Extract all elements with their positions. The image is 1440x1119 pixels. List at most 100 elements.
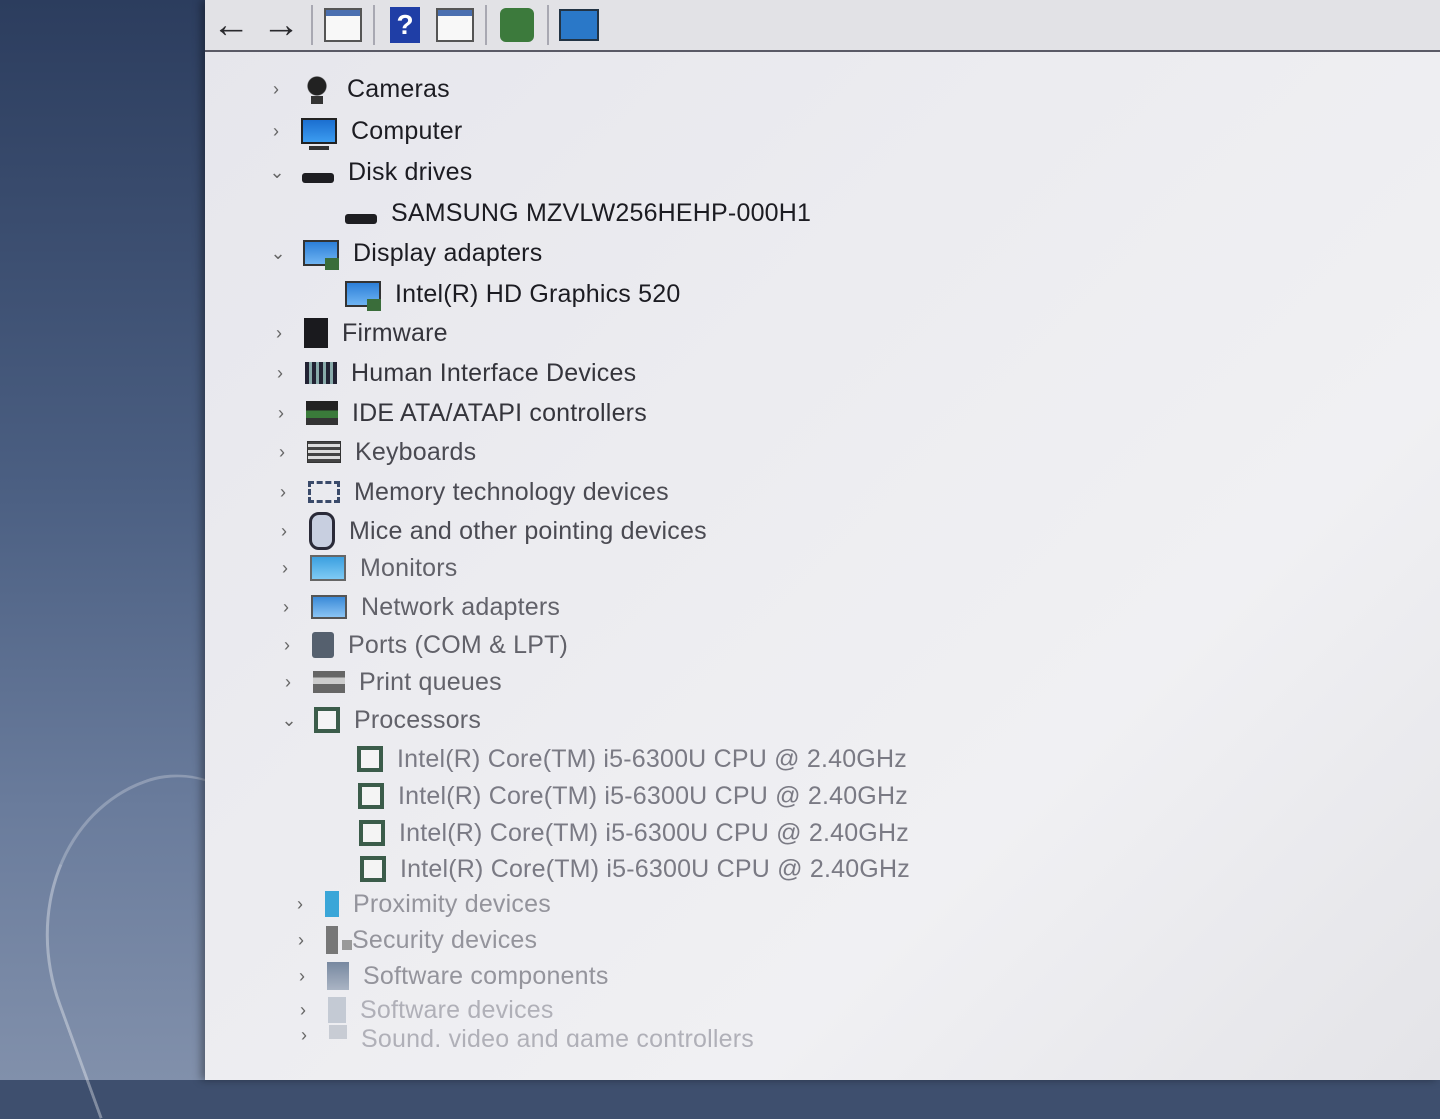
tree-item-label: Print queues: [359, 667, 502, 696]
tree-item-print-queues[interactable]: › Print queues: [275, 663, 502, 701]
software-device-icon: [328, 997, 346, 1023]
tree-item-label: Computer: [351, 116, 463, 145]
printer-icon: [313, 671, 345, 693]
tree-item-software-components[interactable]: › Software components: [289, 957, 609, 995]
tree-item-memory[interactable]: › Memory technology devices: [270, 473, 669, 511]
tree-item-disk-samsung[interactable]: SAMSUNG MZVLW256HEHP-000H1: [345, 194, 811, 232]
processor-icon: [357, 746, 383, 772]
security-device-icon: [326, 926, 352, 954]
software-component-icon: [327, 962, 349, 990]
scan-hardware-monitor-icon[interactable]: [559, 5, 599, 45]
expand-chevron-icon[interactable]: ›: [266, 323, 292, 344]
tree-item-label: Intel(R) HD Graphics 520: [395, 279, 681, 308]
forward-arrow-icon[interactable]: →: [261, 4, 301, 46]
toolbar-separator: [311, 5, 313, 45]
proximity-icon: [325, 891, 339, 917]
tree-item-label: Cameras: [347, 74, 450, 103]
tree-item-processors[interactable]: ⌄ Processors: [276, 701, 481, 739]
tree-item-intel-graphics[interactable]: Intel(R) HD Graphics 520: [345, 275, 680, 313]
display-adapter-icon: [345, 281, 381, 311]
tree-item-cpu[interactable]: Intel(R) Core(TM) i5-6300U CPU @ 2.40GHz: [359, 814, 909, 852]
processor-icon: [358, 783, 384, 809]
tree-item-proximity[interactable]: › Proximity devices: [287, 885, 551, 923]
tree-item-display-adapters[interactable]: ⌄ Display adapters: [265, 234, 542, 272]
tree-item-cpu[interactable]: Intel(R) Core(TM) i5-6300U CPU @ 2.40GHz: [357, 740, 907, 778]
expand-chevron-icon[interactable]: ›: [271, 521, 297, 542]
tree-item-network[interactable]: › Network adapters: [273, 588, 560, 626]
tree-item-firmware[interactable]: › Firmware: [266, 314, 448, 352]
tree-item-label: Memory technology devices: [354, 477, 669, 506]
tree-item-ports[interactable]: › Ports (COM & LPT): [274, 626, 568, 664]
device-manager-window: ← → ? › Cameras › Computer ⌄ Disk drives: [205, 0, 1440, 1080]
expand-chevron-icon[interactable]: ›: [268, 403, 294, 424]
tree-item-label: Keyboards: [355, 437, 477, 466]
update-driver-icon[interactable]: [497, 5, 537, 45]
firmware-icon: [304, 318, 328, 348]
properties-window-icon[interactable]: [323, 5, 363, 45]
tree-item-sound[interactable]: › Sound, video and game controllers: [291, 1025, 754, 1047]
display-adapter-icon: [303, 240, 339, 270]
tree-item-cameras[interactable]: › Cameras: [263, 70, 450, 108]
expand-chevron-icon[interactable]: ›: [291, 1025, 317, 1046]
expand-chevron-icon[interactable]: ›: [267, 363, 293, 384]
tree-item-label: Intel(R) Core(TM) i5-6300U CPU @ 2.40GHz: [398, 781, 908, 810]
help-icon[interactable]: ?: [385, 5, 425, 45]
toolbar-separator: [373, 5, 375, 45]
tree-item-security[interactable]: › Security devices: [288, 921, 537, 959]
expand-chevron-icon[interactable]: ›: [270, 482, 296, 503]
tree-item-hid[interactable]: › Human Interface Devices: [267, 354, 636, 392]
processor-icon: [360, 856, 386, 882]
monitor-icon: [310, 555, 346, 581]
expand-chevron-icon[interactable]: ›: [273, 597, 299, 618]
tree-item-label: Intel(R) Core(TM) i5-6300U CPU @ 2.40GHz: [397, 744, 907, 773]
tree-item-label: Mice and other pointing devices: [349, 516, 707, 545]
tree-item-label: Sound, video and game controllers: [361, 1025, 754, 1047]
tree-item-label: Proximity devices: [353, 889, 551, 918]
tree-item-label: SAMSUNG MZVLW256HEHP-000H1: [391, 198, 812, 227]
tree-item-label: Processors: [354, 705, 482, 734]
expand-chevron-icon[interactable]: ›: [272, 558, 298, 579]
expand-chevron-icon[interactable]: ›: [290, 1000, 316, 1021]
tree-item-computer[interactable]: › Computer: [263, 112, 462, 150]
tree-item-label: Ports (COM & LPT): [348, 630, 569, 659]
expand-chevron-icon[interactable]: ›: [263, 121, 289, 142]
tree-item-mice[interactable]: › Mice and other pointing devices: [271, 512, 707, 550]
expand-chevron-icon[interactable]: ›: [269, 442, 295, 463]
tree-item-software-devices[interactable]: › Software devices: [290, 991, 554, 1029]
memory-device-icon: [308, 481, 340, 503]
tree-item-disk-drives[interactable]: ⌄ Disk drives: [264, 153, 472, 191]
processor-icon: [359, 820, 385, 846]
tree-item-cpu[interactable]: Intel(R) Core(TM) i5-6300U CPU @ 2.40GHz: [360, 850, 910, 888]
details-view-icon[interactable]: [435, 5, 475, 45]
collapse-chevron-icon[interactable]: ⌄: [276, 710, 302, 731]
toolbar: ← → ?: [205, 0, 1440, 52]
collapse-chevron-icon[interactable]: ⌄: [264, 162, 290, 183]
expand-chevron-icon[interactable]: ›: [289, 966, 315, 987]
tree-item-label: Monitors: [360, 553, 458, 582]
port-icon: [312, 632, 334, 658]
back-arrow-icon[interactable]: ←: [211, 4, 251, 46]
expand-chevron-icon[interactable]: ›: [263, 79, 289, 100]
disk-drive-icon: [302, 173, 334, 183]
tree-item-monitors[interactable]: › Monitors: [272, 549, 457, 587]
collapse-chevron-icon[interactable]: ⌄: [265, 243, 291, 264]
tree-item-label: Intel(R) Core(TM) i5-6300U CPU @ 2.40GHz: [400, 854, 910, 883]
ide-controller-icon: [306, 401, 338, 425]
desktop-background: [0, 0, 215, 1080]
expand-chevron-icon[interactable]: ›: [275, 672, 301, 693]
tree-item-label: Software components: [363, 961, 609, 990]
tree-item-ide[interactable]: › IDE ATA/ATAPI controllers: [268, 394, 647, 432]
tree-item-keyboards[interactable]: › Keyboards: [269, 433, 476, 471]
tree-item-label: Security devices: [352, 925, 538, 954]
tree-item-cpu[interactable]: Intel(R) Core(TM) i5-6300U CPU @ 2.40GHz: [358, 777, 908, 815]
processor-icon: [314, 707, 340, 733]
expand-chevron-icon[interactable]: ›: [274, 635, 300, 656]
expand-chevron-icon[interactable]: ›: [288, 930, 314, 951]
expand-chevron-icon[interactable]: ›: [287, 894, 313, 915]
toolbar-separator: [485, 5, 487, 45]
tree-item-label: Software devices: [360, 995, 554, 1024]
tree-item-label: IDE ATA/ATAPI controllers: [352, 398, 647, 427]
disk-drive-icon: [345, 214, 377, 224]
keyboard-icon: [307, 441, 341, 463]
tree-item-label: Display adapters: [353, 238, 543, 267]
